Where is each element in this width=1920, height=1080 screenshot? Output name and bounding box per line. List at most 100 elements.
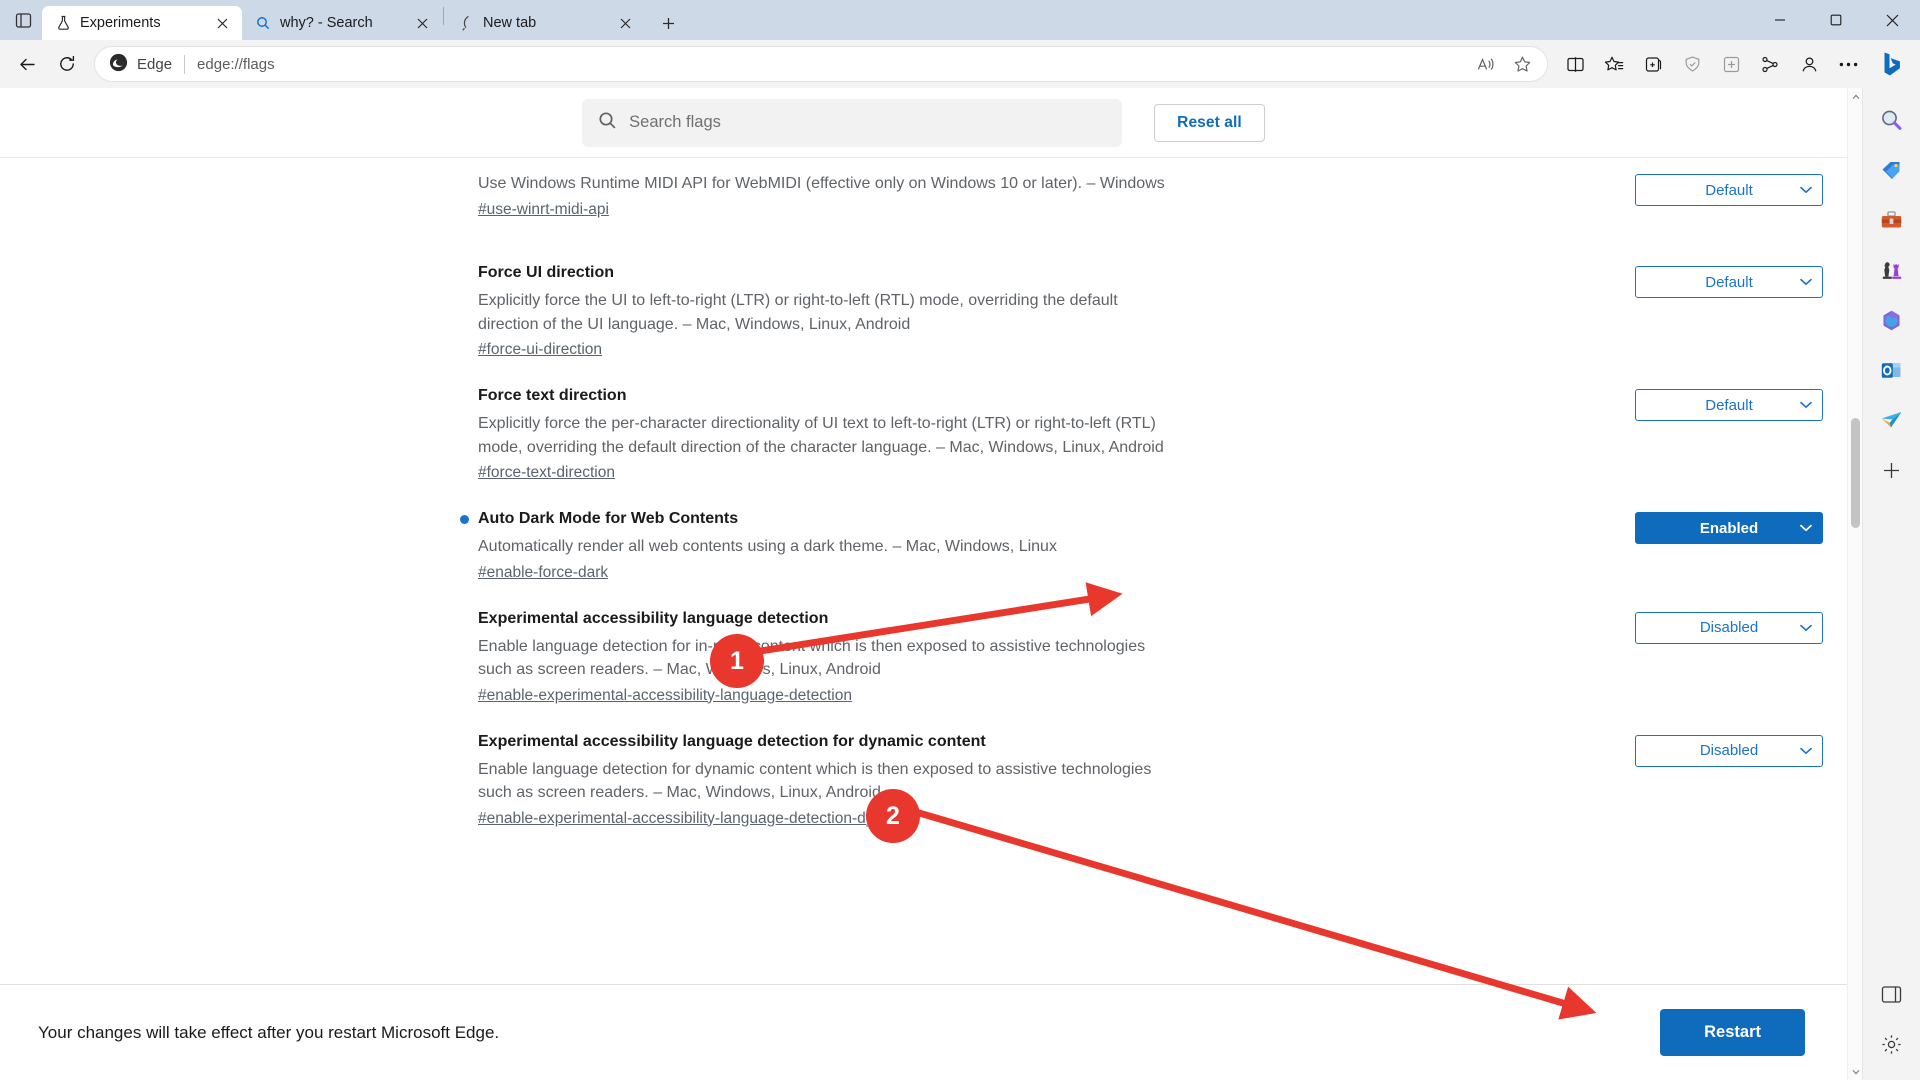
flag-row: Experimental accessibility language dete… (24, 596, 1823, 719)
flag-row: Force UI direction Explicitly force the … (24, 250, 1823, 373)
reset-all-button[interactable]: Reset all (1154, 103, 1265, 142)
flag-select-value: Disabled (1699, 619, 1759, 636)
flags-page: Search flags Reset all Use Windows Runti… (0, 88, 1847, 1080)
tab-why-search[interactable]: why? - Search (242, 6, 442, 40)
flag-select-value: Default (1705, 181, 1753, 199)
sidebar-toggle-icon[interactable] (1872, 974, 1912, 1014)
address-bar[interactable]: Edge edge://flags (94, 46, 1548, 82)
close-button[interactable] (1864, 0, 1920, 40)
chevron-down-icon (1800, 524, 1812, 532)
edge-feather-icon (457, 14, 475, 32)
edge-brand: Edge (109, 53, 172, 76)
flag-row: Force text direction Explicitly force th… (24, 373, 1823, 496)
refresh-icon[interactable] (48, 45, 86, 83)
flag-select[interactable]: Disabled (1635, 611, 1823, 644)
flag-title-text: Auto Dark Mode for Web Contents (478, 510, 739, 527)
profile-icon[interactable] (1790, 45, 1828, 83)
tab-new-tab[interactable]: New tab (445, 6, 645, 40)
edge-logo-icon (109, 53, 128, 76)
flag-anchor-link[interactable]: #use-winrt-midi-api (478, 201, 609, 219)
omnibox-actions (1469, 48, 1539, 80)
flag-row: Use Windows Runtime MIDI API for WebMIDI… (24, 158, 1823, 250)
window-controls (1752, 0, 1920, 40)
search-input[interactable]: Search flags (582, 98, 1123, 147)
chevron-down-icon (1800, 401, 1812, 409)
relaunch-message: Your changes will take effect after you … (38, 1022, 500, 1042)
games-chess-icon[interactable] (1872, 250, 1912, 290)
scroll-up-icon[interactable] (1848, 88, 1863, 105)
scrollbar-thumb[interactable] (1851, 418, 1860, 528)
flask-icon (54, 14, 72, 32)
flag-title: Force UI direction (478, 264, 615, 281)
browser-toolbar: Edge edge://flags (0, 40, 1920, 88)
flag-anchor-link[interactable]: #enable-force-dark (478, 564, 608, 582)
microsoft-365-icon[interactable] (1872, 300, 1912, 340)
url-text[interactable]: edge://flags (197, 56, 1469, 73)
flags-scroll-region[interactable]: Use Windows Runtime MIDI API for WebMIDI… (0, 158, 1847, 984)
search-placeholder: Search flags (629, 113, 721, 131)
flag-anchor-link[interactable]: #force-text-direction (478, 464, 615, 482)
flag-description: Use Windows Runtime MIDI API for WebMIDI… (478, 175, 1165, 192)
sidebar-settings-icon[interactable] (1872, 1024, 1912, 1064)
search-icon (598, 111, 617, 135)
flag-select[interactable]: Default (1635, 266, 1823, 298)
favorites-icon[interactable] (1595, 45, 1633, 83)
close-icon[interactable] (210, 11, 234, 35)
tab-title: Experiments (80, 15, 161, 31)
modified-flag-dot-icon (460, 515, 469, 524)
chevron-down-icon (1800, 278, 1812, 286)
flag-select-value: Disabled (1699, 742, 1759, 759)
flag-select[interactable]: Default (1635, 174, 1823, 206)
flag-anchor-link[interactable]: #enable-experimental-accessibility-langu… (478, 687, 852, 705)
chevron-down-icon (1800, 747, 1812, 755)
flag-title: Experimental accessibility language dete… (478, 609, 829, 627)
flag-title: Force text direction (478, 387, 627, 404)
extensions-icon[interactable] (1712, 45, 1750, 83)
minimize-button[interactable] (1752, 0, 1808, 40)
flag-select-value: Enabled (1699, 519, 1759, 537)
flag-row-auto-dark-mode: Auto Dark Mode for Web Contents Automati… (24, 496, 1823, 596)
split-screen-icon[interactable] (1556, 45, 1594, 83)
flag-select[interactable]: Default (1635, 389, 1823, 421)
flag-row: Experimental accessibility language dete… (24, 719, 1823, 842)
close-icon[interactable] (410, 11, 434, 35)
omnibox-divider (184, 54, 186, 74)
restart-button[interactable]: Restart (1660, 1009, 1805, 1056)
copilot-apps-icon[interactable] (1751, 45, 1789, 83)
browser-essentials-icon[interactable] (1673, 45, 1711, 83)
close-icon[interactable] (613, 11, 637, 35)
flag-description: Explicitly force the per-character direc… (478, 415, 1164, 456)
maximize-button[interactable] (1808, 0, 1864, 40)
edge-brand-label: Edge (137, 55, 173, 73)
paper-plane-icon[interactable] (1872, 400, 1912, 440)
flag-title: Auto Dark Mode for Web Contents (460, 510, 1178, 528)
tab-list-icon[interactable] (4, 1, 42, 39)
flag-select[interactable]: Disabled (1635, 734, 1823, 767)
content-area: Search flags Reset all Use Windows Runti… (0, 88, 1920, 1080)
chevron-down-icon (1800, 186, 1812, 194)
page-scrollbar[interactable] (1847, 88, 1862, 1080)
add-sidebar-app-icon[interactable] (1872, 450, 1912, 490)
flag-anchor-link[interactable]: #force-ui-direction (478, 341, 602, 359)
read-aloud-icon[interactable] (1469, 48, 1503, 80)
favorite-star-icon[interactable] (1505, 48, 1539, 80)
back-arrow-icon[interactable] (8, 45, 46, 83)
flag-select-value: Default (1705, 273, 1753, 291)
flag-description: Enable language detection for in-page co… (478, 637, 1146, 679)
new-tab-button[interactable] (651, 6, 685, 40)
collections-icon[interactable] (1634, 45, 1672, 83)
settings-more-icon[interactable] (1829, 45, 1867, 83)
scroll-down-icon[interactable] (1848, 1063, 1863, 1080)
flag-description: Explicitly force the UI to left-to-right… (478, 292, 1118, 333)
bing-copilot-icon[interactable] (1872, 44, 1912, 84)
chevron-down-icon (1800, 624, 1812, 632)
auto-dark-mode-select[interactable]: Enabled (1635, 512, 1823, 544)
tools-toolbox-icon[interactable] (1872, 200, 1912, 240)
outlook-icon[interactable] (1872, 350, 1912, 390)
sidebar-rail (1862, 88, 1920, 1080)
flag-anchor-link[interactable]: #enable-experimental-accessibility-langu… (478, 810, 915, 828)
flags-header: Search flags Reset all (0, 88, 1847, 158)
tab-experiments[interactable]: Experiments (42, 6, 242, 40)
search-magnifier-icon[interactable] (1872, 100, 1912, 140)
shopping-tag-icon[interactable] (1872, 150, 1912, 190)
